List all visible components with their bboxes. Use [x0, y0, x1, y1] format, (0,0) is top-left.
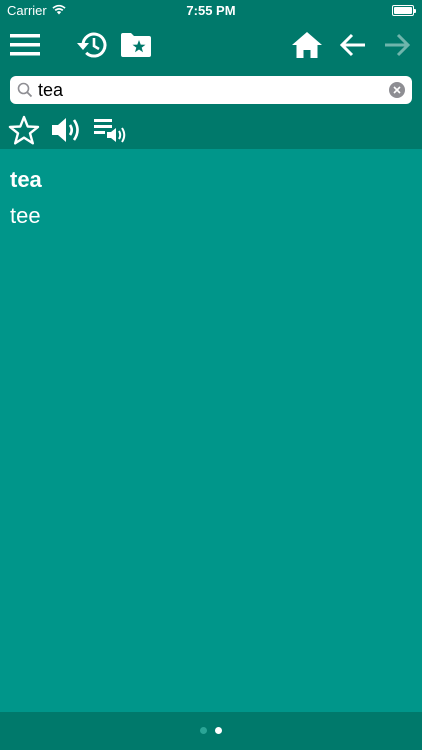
history-icon[interactable]	[74, 28, 108, 62]
page-indicator-bar	[0, 712, 422, 750]
clear-icon[interactable]	[389, 82, 405, 98]
entry-translation[interactable]: tee	[10, 203, 41, 229]
status-time: 7:55 PM	[186, 3, 236, 18]
home-icon[interactable]	[290, 28, 324, 62]
menu-icon[interactable]	[8, 28, 42, 62]
search-field-container	[10, 76, 412, 104]
status-bar: Carrier 7:55 PM	[0, 0, 422, 22]
page-control[interactable]	[0, 727, 422, 734]
search-icon	[17, 82, 33, 103]
star-outline-icon[interactable]	[7, 115, 41, 145]
speaker-icon[interactable]	[50, 115, 84, 145]
battery-icon	[392, 5, 416, 16]
arrow-left-icon[interactable]	[336, 28, 370, 62]
top-toolbar	[0, 22, 422, 67]
arrow-right-icon[interactable]	[380, 28, 414, 62]
search-input[interactable]	[38, 79, 378, 101]
page-dot-2[interactable]	[215, 727, 222, 734]
entry-word: tea	[10, 167, 42, 192]
search-bar	[0, 67, 422, 111]
playlist-speaker-icon[interactable]	[93, 115, 127, 145]
page-dot-1[interactable]	[200, 727, 207, 734]
word-actions-bar	[0, 111, 422, 149]
folder-star-icon[interactable]	[119, 28, 153, 62]
translation-content: tea tee	[0, 149, 422, 712]
